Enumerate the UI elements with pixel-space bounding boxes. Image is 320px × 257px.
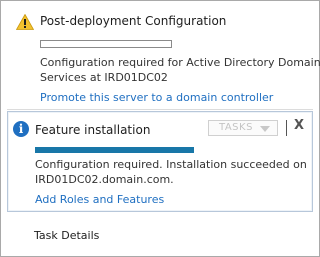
notification-description: Configuration required. Installation suc… — [35, 157, 307, 187]
warning-icon — [16, 14, 34, 30]
promote-server-link[interactable]: Promote this server to a domain controll… — [40, 91, 273, 104]
notification-description: Configuration required for Active Direct… — [40, 55, 320, 85]
notification-title: Feature installation — [35, 123, 151, 137]
tasks-label: TASKS — [219, 122, 253, 133]
description-line: IRD01DC02.domain.com. — [35, 173, 174, 186]
notifications-panel: Post-deployment Configuration Configurat… — [0, 0, 320, 257]
progress-bar — [40, 40, 172, 48]
description-line: Services at IRD01DC02 — [40, 71, 168, 84]
tasks-dropdown[interactable]: TASKS — [208, 120, 278, 136]
notification-post-deployment: Post-deployment Configuration Configurat… — [7, 3, 320, 107]
separator — [286, 120, 287, 136]
notification-feature-installation: i Feature installation TASKS X Configura… — [7, 111, 313, 212]
progress-fill — [35, 147, 194, 153]
close-icon[interactable]: X — [294, 118, 304, 133]
divider — [7, 109, 313, 110]
task-details-link[interactable]: Task Details — [34, 229, 99, 242]
add-roles-features-link[interactable]: Add Roles and Features — [35, 193, 164, 206]
description-line: Configuration required. Installation suc… — [35, 158, 307, 171]
info-icon: i — [13, 121, 29, 137]
notification-title: Post-deployment Configuration — [40, 14, 227, 28]
description-line: Configuration required for Active Direct… — [40, 56, 320, 69]
progress-bar — [35, 147, 194, 153]
chevron-down-icon — [260, 126, 270, 132]
